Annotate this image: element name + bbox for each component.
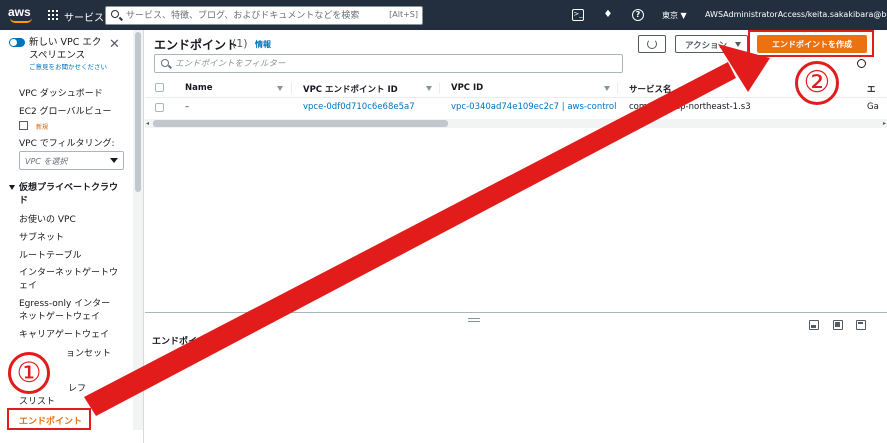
create-endpoint-button[interactable]: エンドポイントを作成 <box>757 35 867 53</box>
services-menu[interactable]: サービス <box>64 9 104 24</box>
table-header: Name VPC エンドポイント ID VPC ID サービス名 エ <box>145 78 887 98</box>
main-content: エンドポイント (1) 情報 アクション エンドポイントを作成 Name VPC… <box>145 30 887 443</box>
sidebar-item-elastic-ips[interactable]: レフ <box>68 383 86 396</box>
caret-down-icon <box>735 42 741 47</box>
info-link[interactable]: 情報 <box>255 39 271 50</box>
panel-bottom-icon[interactable] <box>809 320 819 330</box>
cell-endpoint-id[interactable]: vpce-0df0d710c6e68e5a7 <box>303 102 415 112</box>
sidebar-item-ec2-global-view[interactable]: EC2 グローバルビュー <box>19 106 111 119</box>
row-checkbox[interactable] <box>155 103 164 112</box>
sidebar-scrollbar[interactable] <box>133 30 143 430</box>
feedback-link[interactable]: ご意見をお聞かせください <box>29 61 107 71</box>
sidebar-item-vpc-dashboard[interactable]: VPC ダッシュボード <box>19 88 103 101</box>
table-scrollbar-thumb[interactable] <box>153 120 448 127</box>
page-title: エンドポイント <box>154 38 239 52</box>
sidebar-item-egress-only-gateways[interactable]: Egress-only インターネットゲートウェイ <box>19 298 119 324</box>
select-all-checkbox[interactable] <box>155 83 164 92</box>
endpoint-filter[interactable] <box>154 54 623 73</box>
endpoint-filter-input[interactable] <box>175 57 615 70</box>
annotation-step-2: ② <box>795 61 839 105</box>
new-badge: 新規 <box>36 124 49 131</box>
table-horizontal-scrollbar[interactable]: ◂ ▸ <box>145 119 887 128</box>
cell-extra: Ga <box>867 102 879 112</box>
vpc-filter-value: VPC を選択 <box>25 157 68 166</box>
notifications-bell-icon[interactable]: ♦ <box>602 9 614 21</box>
annotation-step-1: ① <box>8 352 50 394</box>
table-row[interactable]: – vpce-0df0d710c6e68e5a7 vpc-0340ad74e10… <box>145 99 887 117</box>
create-endpoint-button-label: エンドポイントを作成 <box>772 40 852 49</box>
refresh-button[interactable] <box>638 35 666 53</box>
close-icon[interactable]: ✕ <box>109 38 120 51</box>
top-navigation-bar: aws サービス [Alt+S] >_ ♦ ? 東京 ▼ AWSAdminist… <box>0 0 887 30</box>
column-header-vpc-id[interactable]: VPC ID <box>451 83 483 93</box>
scroll-left-arrow-icon[interactable]: ◂ <box>146 120 149 127</box>
help-icon[interactable]: ? <box>632 9 644 21</box>
cell-name: – <box>185 102 190 112</box>
sidebar-item-route-tables[interactable]: ルートテーブル <box>19 250 81 263</box>
sort-icon[interactable] <box>604 86 610 91</box>
cloudshell-icon[interactable]: >_ <box>572 9 584 21</box>
scroll-right-arrow-icon[interactable]: ▸ <box>883 120 886 127</box>
split-panel-resize-handle[interactable] <box>468 318 480 322</box>
global-search-box[interactable]: [Alt+S] <box>105 6 423 25</box>
refresh-icon <box>647 39 657 49</box>
panel-side-icon[interactable] <box>833 320 843 330</box>
sort-icon[interactable] <box>426 86 432 91</box>
services-grid-icon[interactable] <box>48 10 58 20</box>
table-settings-icon[interactable] <box>857 59 866 68</box>
aws-smile-logo-mark <box>10 18 32 23</box>
sidebar-item-dhcp-option-sets[interactable]: ョンセット <box>66 348 111 361</box>
section-collapse-icon[interactable] <box>9 185 15 190</box>
new-experience-label: 新しい VPC エクスペリエンス <box>29 37 102 61</box>
sidebar-item-subnets[interactable]: サブネット <box>19 232 64 245</box>
endpoint-count: (1) <box>232 37 248 50</box>
actions-button-label: アクション <box>685 41 728 51</box>
external-link-icon <box>19 121 28 130</box>
cell-vpc-id[interactable]: vpc-0340ad74e109ec2c7 | aws-controlt… <box>451 102 616 112</box>
vpc-filter-select[interactable]: VPC を選択 <box>19 151 124 170</box>
actions-button[interactable]: アクション <box>675 35 748 53</box>
sidebar-item-endpoints[interactable]: エンドポイント <box>19 414 82 427</box>
sidebar-item-carrier-gateways[interactable]: キャリアゲートウェイ <box>19 329 109 342</box>
sidebar-item-your-vpcs[interactable]: お使いの VPC <box>19 214 76 227</box>
new-experience-toggle[interactable] <box>9 38 25 47</box>
column-header-name[interactable]: Name <box>185 83 212 93</box>
aws-logo[interactable]: aws <box>8 5 36 25</box>
sort-icon[interactable] <box>277 86 283 91</box>
account-menu[interactable]: AWSAdministratorAccess/keita.sakakibara@… <box>705 10 887 19</box>
search-shortcut-hint: [Alt+S] <box>389 10 418 19</box>
vpc-filter-label: VPC でフィルタリング: <box>19 139 115 149</box>
region-selector[interactable]: 東京 ▼ <box>662 10 687 21</box>
sidebar-item-endpoints-highlight[interactable]: エンドポイント <box>7 408 91 430</box>
global-search-input[interactable] <box>126 8 388 23</box>
search-icon <box>111 10 119 18</box>
column-header-extra[interactable]: エ <box>867 83 876 95</box>
cell-service-name: com…aws.ap-northeast-1.s3 <box>629 102 751 112</box>
panel-hide-icon[interactable] <box>856 320 866 330</box>
sidebar-item-internet-gateways[interactable]: インターネットゲートウェイ <box>19 267 119 293</box>
split-panel-divider <box>145 312 887 313</box>
search-icon <box>161 59 169 67</box>
caret-down-icon <box>110 158 118 163</box>
column-header-service-name[interactable]: サービス名 <box>629 83 672 95</box>
column-header-endpoint-id[interactable]: VPC エンドポイント ID <box>303 83 398 95</box>
sidebar-scrollbar-thumb[interactable] <box>135 32 141 192</box>
split-panel-placeholder: エンドポイ…選択 <box>152 337 225 347</box>
section-virtual-private-cloud[interactable]: 仮想プライベートクラウド <box>19 182 119 208</box>
